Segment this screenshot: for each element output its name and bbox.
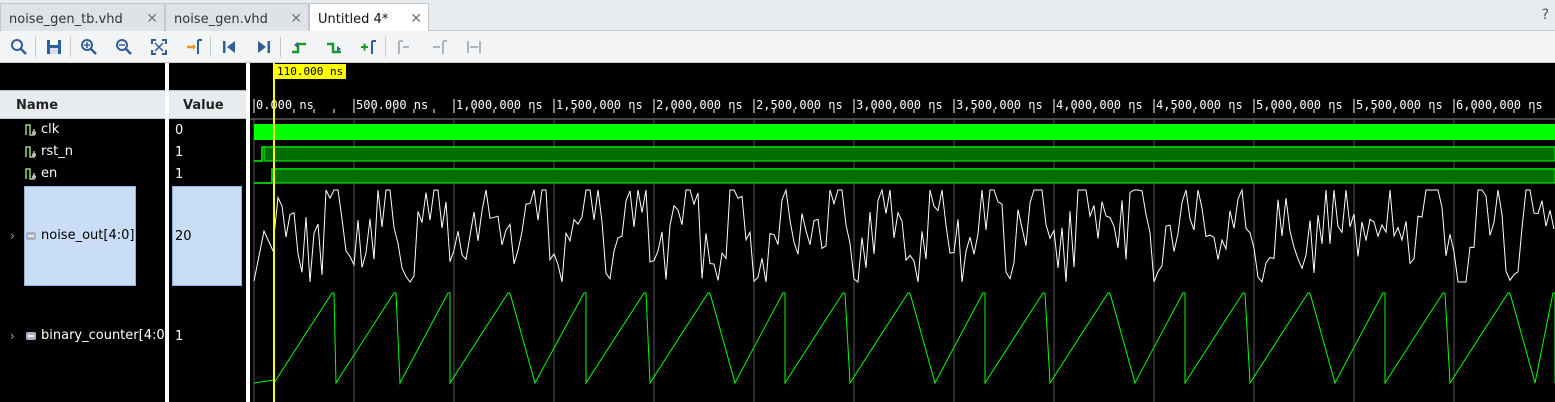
- go-to-end-icon[interactable]: [253, 36, 275, 58]
- previous-transition-icon[interactable]: [288, 36, 310, 58]
- tick-label: 1,500.000 ns: [556, 98, 643, 112]
- signal-value: 1: [175, 145, 184, 160]
- signal-value: 1: [175, 167, 184, 182]
- binary-counter-waveform: [253, 292, 1555, 385]
- binary-counter-trace: [253, 292, 1555, 385]
- add-marker-icon[interactable]: [358, 36, 380, 58]
- close-icon[interactable]: ✕: [146, 11, 158, 27]
- noise-out-waveform: [253, 188, 1555, 284]
- zoom-out-icon[interactable]: [113, 36, 135, 58]
- signal-row-binary-counter[interactable]: binary_counter[4:0]: [0, 326, 170, 348]
- tab-label: noise_gen_tb.vhd: [9, 12, 123, 27]
- bit-signal-icon: [25, 124, 36, 136]
- tick-label: 500.000 ns: [356, 98, 428, 112]
- signal-value-pane: Value 0 1 1 20 1: [169, 63, 246, 402]
- signal-name: noise_out[4:0]: [41, 228, 135, 243]
- go-to-start-icon[interactable]: [218, 36, 240, 58]
- waveform-area[interactable]: 0.000 ns 500.000 ns 1,000.000 ns 1,500.000 …: [250, 63, 1555, 402]
- tab-untitled-4[interactable]: Untitled 4* ✕: [309, 3, 429, 32]
- zoom-fit-icon[interactable]: [148, 36, 170, 58]
- tab-noise-gen-tb[interactable]: noise_gen_tb.vhd ✕: [0, 3, 165, 31]
- tick-label: 4,000.000 ns: [1056, 98, 1143, 112]
- bus-signal-icon: [26, 232, 36, 240]
- tab-noise-gen[interactable]: noise_gen.vhd ✕: [165, 3, 309, 31]
- go-to-cursor-icon[interactable]: [183, 36, 205, 58]
- tick-label: 5,000.000 ns: [1256, 98, 1343, 112]
- close-icon[interactable]: ✕: [410, 11, 422, 27]
- signal-value: 0: [175, 123, 184, 138]
- clk-band: [254, 124, 1555, 140]
- signal-value: 1: [175, 329, 184, 344]
- cursor-time-label: 110.000 ns: [274, 64, 347, 79]
- bit-signal-icon: [25, 146, 36, 158]
- swap-cursors-icon[interactable]: [463, 36, 485, 58]
- bus-signal-icon: [26, 332, 36, 340]
- next-marker-icon[interactable]: [428, 36, 450, 58]
- en-high: [273, 168, 1555, 184]
- signal-name: binary_counter[4:0]: [41, 328, 170, 343]
- editor-tab-bar: noise_gen_tb.vhd ✕ noise_gen.vhd ✕ Untit…: [0, 0, 1555, 32]
- help-icon[interactable]: ?: [1542, 7, 1549, 23]
- bit-signal-icon: [25, 168, 36, 180]
- name-column-header[interactable]: Name: [0, 90, 165, 119]
- close-icon[interactable]: ✕: [290, 11, 302, 27]
- signal-name: en: [41, 166, 58, 181]
- tick-label: 3,500.000 ns: [956, 98, 1043, 112]
- zoom-in-icon[interactable]: [78, 36, 100, 58]
- tick-label: 0.000 ns: [256, 98, 314, 112]
- waveform-canvas[interactable]: 0.000 ns 500.000 ns 1,000.000 ns 1,500.000 …: [250, 63, 1555, 402]
- signal-value: 20: [175, 229, 192, 244]
- signal-row-clk[interactable]: clk: [0, 120, 165, 142]
- signal-name: clk: [41, 122, 60, 137]
- signal-row-rst-n[interactable]: rst_n: [0, 142, 165, 164]
- noise-out-trace: [253, 188, 1555, 284]
- tab-label: Untitled 4*: [318, 12, 389, 27]
- signal-row-noise-out[interactable]: noise_out[4:0]: [0, 226, 165, 248]
- tick-label: 2,000.000 ns: [656, 98, 743, 112]
- rst-n-waveform: [254, 146, 1555, 162]
- tab-label: noise_gen.vhd: [174, 12, 268, 27]
- next-transition-icon[interactable]: [323, 36, 345, 58]
- tick-label: 3,000.000 ns: [856, 98, 943, 112]
- save-icon[interactable]: [43, 36, 65, 58]
- tick-label: 6,000.000 ns: [1456, 98, 1543, 112]
- tick-label: 1,000.000 ns: [456, 98, 543, 112]
- wave-toolbar: [0, 31, 1555, 63]
- clk-waveform: [254, 124, 1555, 140]
- signal-row-en[interactable]: en: [0, 164, 165, 186]
- en-waveform: [254, 168, 1555, 184]
- signal-name-pane: Name clk rst_n en › noise_out[4:0] › bin…: [0, 63, 170, 402]
- tick-label: 2,500.000 ns: [756, 98, 843, 112]
- search-icon[interactable]: [8, 36, 30, 58]
- tick-label: 4,500.000 ns: [1156, 98, 1243, 112]
- signal-name: rst_n: [41, 144, 73, 159]
- value-column-header[interactable]: Value: [169, 90, 246, 119]
- previous-marker-icon[interactable]: [393, 36, 415, 58]
- rst-n-high: [263, 146, 1555, 162]
- tick-label: 5,500.000 ns: [1356, 98, 1443, 112]
